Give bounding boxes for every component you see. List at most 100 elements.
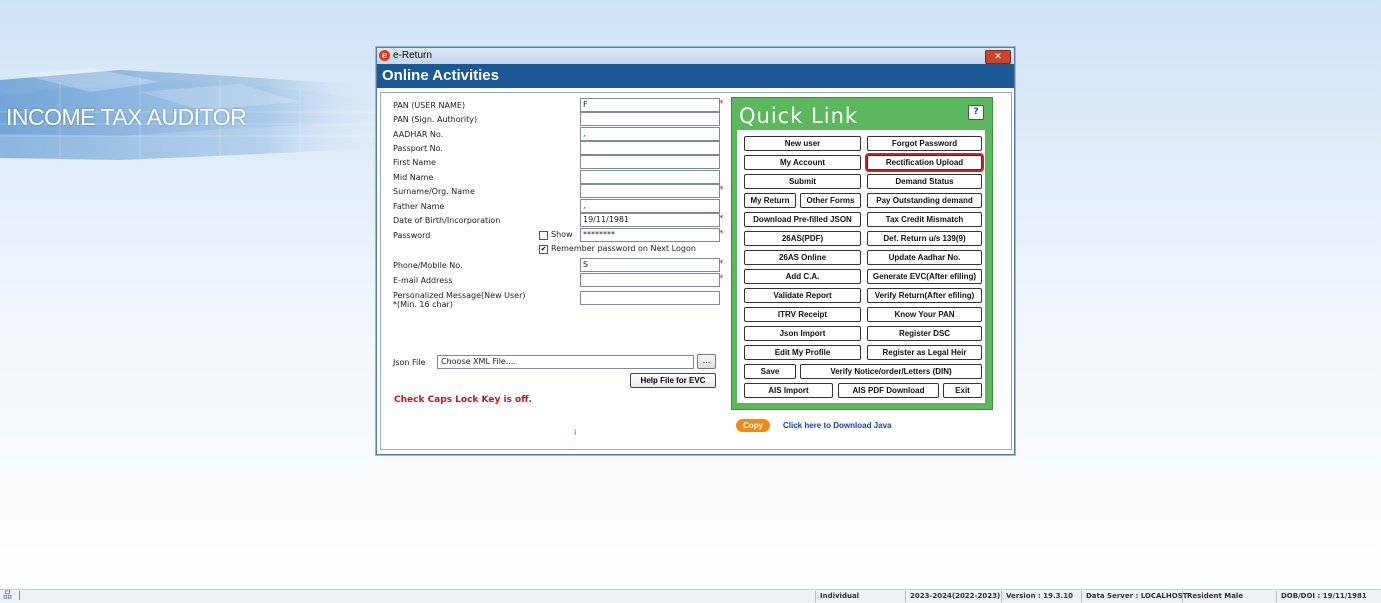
add-ca-button[interactable]: Add C.A. <box>744 269 861 284</box>
mid-name-label: Mid Name <box>393 173 434 182</box>
version-info: Version : 19.3.10 <box>1006 592 1073 600</box>
network-icon: 品 <box>3 591 13 601</box>
register-dsc-button[interactable]: Register DSC <box>867 326 982 341</box>
e-logo-icon: e <box>379 50 390 61</box>
26as-pdf-button[interactable]: 26AS(PDF) <box>744 231 861 246</box>
verify-return-button[interactable]: Verify Return(After efiling) <box>867 288 982 303</box>
taxpayer-type: Individual <box>820 592 860 600</box>
phone-label: Phone/Mobile No. <box>393 261 463 270</box>
e-return-window: e e-Return ✕ Online Activities PAN (USER… <box>376 47 1015 455</box>
required-marker: * <box>719 99 724 109</box>
data-server: Data Server : LOCALHOST <box>1086 592 1188 600</box>
father-name-label: Father Name <box>393 202 445 211</box>
required-marker: * <box>719 214 724 224</box>
assessment-year: 2023-2024(2022-2023) <box>910 592 1001 600</box>
caps-lock-warning: Check Caps Lock Key is off. <box>394 395 532 405</box>
passport-field[interactable] <box>580 141 720 155</box>
forgot-password-button[interactable]: Forgot Password <box>867 136 982 151</box>
json-file-input[interactable]: Choose XML File.... <box>437 355 694 369</box>
quick-link-panel: Quick Link ? New user Forgot Password My… <box>731 97 993 410</box>
required-marker: * <box>719 229 724 239</box>
exit-button[interactable]: Exit <box>943 383 982 398</box>
dob-field[interactable]: 19/11/1981 <box>580 213 720 227</box>
copy-button[interactable]: Copy <box>736 419 770 432</box>
status-divider <box>1001 591 1002 602</box>
page-title: Online Activities <box>377 64 1014 88</box>
def-return-button[interactable]: Def. Return u/s 139(9) <box>867 231 982 246</box>
pan-user-label: PAN (USER NAME) <box>393 101 466 110</box>
help-file-evc-button[interactable]: Help File for EVC <box>630 373 716 388</box>
my-account-button[interactable]: My Account <box>744 155 861 170</box>
password-label: Password <box>393 231 431 240</box>
demand-status-button[interactable]: Demand Status <box>867 174 982 189</box>
other-forms-button[interactable]: Other Forms <box>800 193 861 208</box>
window-titlebar[interactable]: e e-Return ✕ <box>377 48 1014 64</box>
email-label: E-mail Address <box>393 276 453 285</box>
pay-outstanding-button[interactable]: Pay Outstanding demand <box>867 193 982 208</box>
pan-user-field[interactable]: F <box>580 98 720 112</box>
mid-name-field[interactable] <box>580 170 720 184</box>
json-file-label: Json File <box>393 358 426 367</box>
rectification-upload-button[interactable]: Rectification Upload <box>865 153 984 172</box>
download-prefilled-button[interactable]: Download Pre-filled JSON <box>744 212 861 227</box>
aadhar-label: AADHAR No. <box>393 130 444 139</box>
required-marker: * <box>719 259 724 269</box>
status-separator: | <box>18 591 22 601</box>
required-marker: * <box>719 185 724 195</box>
status-divider <box>1081 591 1082 602</box>
aadhar-field[interactable]: , <box>580 127 720 141</box>
quick-link-buttons: New user Forgot Password My Account Rect… <box>737 130 985 403</box>
my-return-button[interactable]: My Return <box>744 193 796 208</box>
dob-label: Date of Birth/Incorporation <box>393 216 501 225</box>
ais-import-button[interactable]: AIS Import <box>744 383 833 398</box>
status-bar: 品 | Individual 2023-2024(2022-2023) Vers… <box>0 589 1381 603</box>
submit-button[interactable]: Submit <box>744 174 861 189</box>
help-icon[interactable]: ? <box>968 105 984 120</box>
status-divider <box>1182 591 1183 602</box>
remember-password-checkbox[interactable]: ✔ <box>539 245 548 254</box>
first-name-field[interactable] <box>580 155 720 169</box>
password-field[interactable]: ******** <box>580 228 720 242</box>
surname-field[interactable] <box>580 184 720 198</box>
verify-notice-button[interactable]: Verify Notice/order/Letters (DIN) <box>800 364 982 379</box>
email-field[interactable] <box>580 273 720 287</box>
remember-password-label: Remember password on Next Logon <box>551 244 696 253</box>
edit-profile-button[interactable]: Edit My Profile <box>744 345 861 360</box>
phone-field[interactable]: S <box>580 258 720 272</box>
pan-sign-field[interactable] <box>580 112 720 126</box>
tax-credit-mismatch-button[interactable]: Tax Credit Mismatch <box>867 212 982 227</box>
register-legal-heir-button[interactable]: Register as Legal Heir <box>867 345 982 360</box>
update-aadhar-button[interactable]: Update Aadhar No. <box>867 250 982 265</box>
generate-evc-button[interactable]: Generate EVC(After efiling) <box>867 269 982 284</box>
save-button[interactable]: Save <box>744 364 796 379</box>
required-marker: * <box>719 274 724 284</box>
surname-label: Surname/Org. Name <box>393 187 475 196</box>
dob-status: DOB/DOI : 19/11/1981 <box>1281 592 1367 600</box>
show-password-label: Show <box>551 230 573 239</box>
ais-pdf-download-button[interactable]: AIS PDF Download <box>838 383 939 398</box>
info-marker: i <box>574 428 577 437</box>
json-import-button[interactable]: Json Import <box>744 326 861 341</box>
online-activities-panel: PAN (USER NAME) PAN (Sign. Authority) AA… <box>380 92 1012 450</box>
pan-sign-label: PAN (Sign. Authority) <box>393 115 478 124</box>
download-java-link[interactable]: Click here to Download Java <box>783 421 891 431</box>
show-password-checkbox[interactable] <box>539 231 548 240</box>
quick-link-title: Quick Link <box>739 104 859 128</box>
itrv-receipt-button[interactable]: ITRV Receipt <box>744 307 861 322</box>
26as-online-button[interactable]: 26AS Online <box>744 250 861 265</box>
know-your-pan-button[interactable]: Know Your PAN <box>867 307 982 322</box>
father-name-field[interactable]: , <box>580 199 720 213</box>
banner-title: INCOME TAX AUDITOR <box>6 104 247 130</box>
status-divider <box>1276 591 1277 602</box>
validate-report-button[interactable]: Validate Report <box>744 288 861 303</box>
browse-button[interactable]: ... <box>697 354 716 369</box>
passport-label: Passport No. <box>393 144 443 153</box>
residency-status: Resident Male <box>1187 592 1244 600</box>
status-divider <box>905 591 906 602</box>
window-title: e-Return <box>393 50 432 61</box>
message-field[interactable] <box>580 291 720 305</box>
first-name-label: First Name <box>393 158 436 167</box>
status-divider <box>815 591 816 602</box>
close-icon[interactable]: ✕ <box>985 50 1011 64</box>
new-user-button[interactable]: New user <box>744 136 861 151</box>
